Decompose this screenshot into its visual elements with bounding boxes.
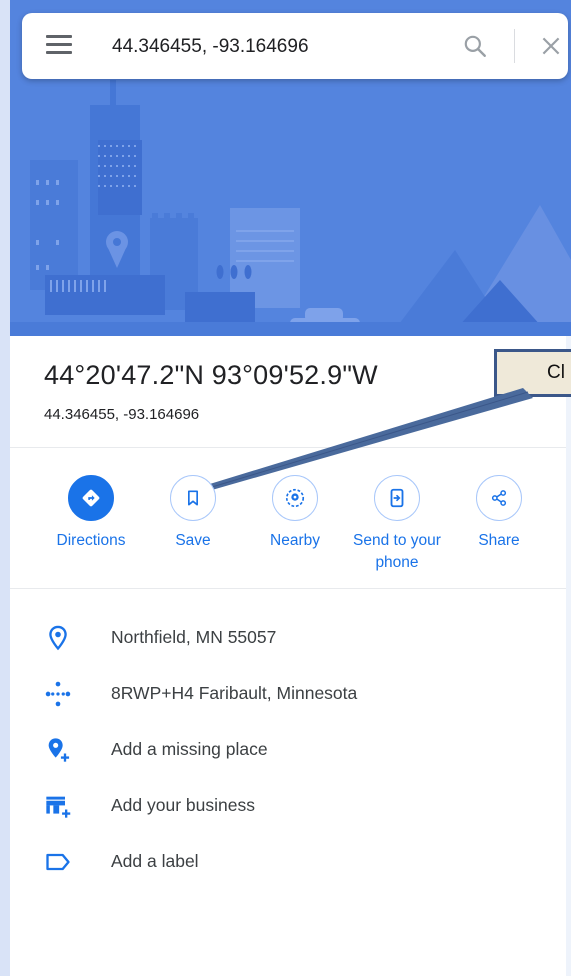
hamburger-menu-icon[interactable] [46,35,72,57]
add-place-icon [48,738,70,762]
left-edge-strip [0,0,10,976]
share-icon [476,475,522,521]
address-text: Northfield, MN 55057 [111,627,277,647]
directions-button[interactable]: Directions [36,475,146,552]
add-label-row[interactable]: Add a label [44,846,544,876]
directions-icon [68,475,114,521]
directions-label: Directions [56,532,126,549]
add-business-row[interactable]: Add your business [44,790,544,820]
add-label-text: Add a label [111,851,199,871]
save-label: Save [175,532,211,549]
divider [10,588,566,589]
nearby-label: Nearby [270,532,320,549]
send-to-phone-icon [374,475,420,521]
divider [10,447,566,448]
save-button[interactable]: Save [138,475,248,552]
label-icon [46,853,70,871]
add-business-text: Add your business [111,795,255,815]
add-missing-place-text: Add a missing place [111,739,268,759]
close-icon[interactable] [538,33,564,59]
search-divider [514,29,515,63]
search-bar [22,13,568,79]
add-missing-place-row[interactable]: Add a missing place [44,734,544,764]
plus-code-icon [45,681,71,707]
plus-code-text: 8RWP+H4 Faribault, Minnesota [111,683,358,703]
nearby-icon [272,475,318,521]
share-button[interactable]: Share [444,475,554,552]
address-row[interactable]: Northfield, MN 55057 [44,622,544,652]
place-title: 44°20'47.2"N 93°09'52.9"W [44,360,378,390]
plus-code-row[interactable]: 8RWP+H4 Faribault, Minnesota [44,678,544,708]
send-to-phone-button[interactable]: Send to your phone [342,475,452,574]
callout-box: Cl [494,349,571,397]
search-input[interactable] [110,30,434,64]
bookmark-icon [170,475,216,521]
location-pin-icon [49,625,67,651]
search-icon[interactable] [462,33,488,59]
add-business-icon [46,796,71,818]
send-to-phone-label: Send to your phone [353,532,441,571]
place-coordinates: 44.346455, -93.164696 [44,406,200,423]
share-label: Share [478,532,520,549]
nearby-button[interactable]: Nearby [240,475,350,552]
